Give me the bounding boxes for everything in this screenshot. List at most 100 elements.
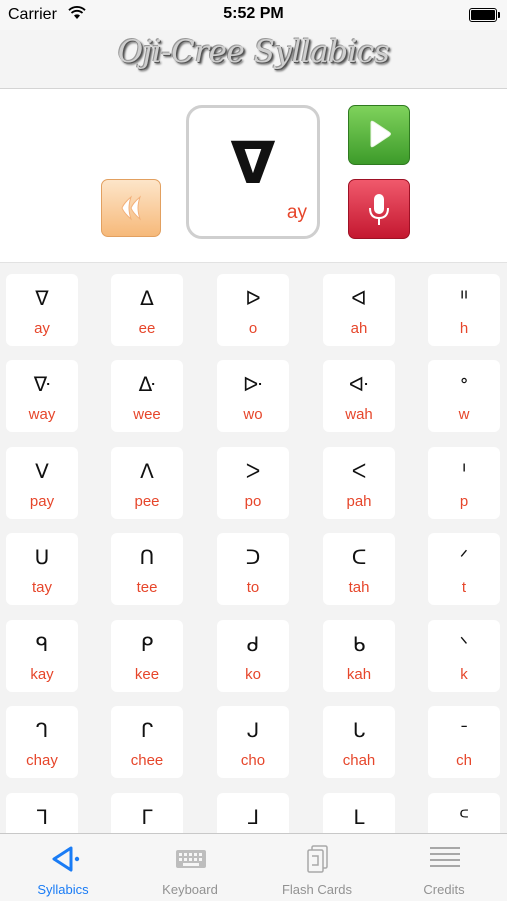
tab-syllabics[interactable]: Syllabics <box>0 834 126 901</box>
keyboard-icon <box>176 850 206 868</box>
syllabic-cell[interactable]: ᑎ tee <box>111 533 183 605</box>
tab-flash-cards-label: Flash Cards <box>281 882 353 897</box>
syllabic-romanization: wah <box>345 406 373 423</box>
syllabic-romanization: tee <box>136 579 158 596</box>
syllabic-romanization: ko <box>245 666 261 683</box>
syllabic-romanization: chee <box>130 752 164 769</box>
syllabic-cell[interactable]: ᑕ tah <box>323 533 395 605</box>
syllabic-romanization: ah <box>350 320 368 337</box>
microphone-icon <box>369 194 389 225</box>
syllabic-cell[interactable]: ᐠk <box>428 620 500 692</box>
syllabic-cell[interactable]: ᑐ to <box>217 533 289 605</box>
syllabic-romanization: cho <box>240 752 266 769</box>
syllabic-cell[interactable]: ᐱ pee <box>111 447 183 519</box>
syllabic-symbol: ᐠ <box>459 632 469 656</box>
battery-icon <box>469 8 500 22</box>
play-button[interactable] <box>348 105 410 165</box>
syllabic-romanization: kee <box>134 666 160 683</box>
tab-bar: Syllabics Keyboard Flash Cards Credits <box>0 833 507 901</box>
syllabic-romanization: k <box>460 666 468 683</box>
tab-syllabics-label: Syllabics <box>37 882 89 897</box>
syllabic-symbol: ᐘ <box>348 372 370 396</box>
title-bar: Oji-Cree Syllabics <box>0 30 507 89</box>
syllabic-cell[interactable]: ᒍ cho <box>217 706 289 778</box>
syllabic-cell[interactable]: ᐸ pah <box>323 447 395 519</box>
status-bar: Carrier 5:52 PM <box>0 0 507 30</box>
syllabic-romanization: ay <box>34 320 50 337</box>
syllabic-cell[interactable]: ᒪ <box>323 793 395 833</box>
syllabic-cell[interactable]: ᐊ ah <box>323 274 395 346</box>
syllabic-cell[interactable]: ᐏ wee <box>111 360 183 432</box>
syllabic-symbol: ᑭ <box>140 632 154 656</box>
syllabic-cell[interactable]: ᒐ chah <box>323 706 395 778</box>
syllabic-symbol: ᐁ <box>35 286 49 310</box>
syllabic-cell[interactable]: ᑯ ko <box>217 620 289 692</box>
syllabic-cell[interactable]: ᐨ ch <box>428 706 500 778</box>
syllabic-cell[interactable]: ᒧ <box>217 793 289 833</box>
syllabic-romanization: h <box>459 320 469 337</box>
syllabic-symbol: ᑌ <box>34 545 50 569</box>
rewind-button[interactable] <box>101 179 161 237</box>
syllabic-symbol: ᒉ <box>35 718 49 742</box>
syllabic-cell[interactable]: ᐃ ee <box>111 274 183 346</box>
syllabic-cell[interactable]: ᒣ <box>6 793 78 833</box>
syllabic-cell[interactable]: ᐟt <box>428 533 500 605</box>
syllabic-romanization: o <box>248 320 258 337</box>
syllabic-cell[interactable]: ᒉ chay <box>6 706 78 778</box>
tab-credits-label: Credits <box>423 882 465 897</box>
tab-keyboard[interactable]: Keyboard <box>127 834 253 901</box>
syllabic-cell[interactable]: ᐅo <box>217 274 289 346</box>
credits-icon <box>430 847 460 867</box>
syllabic-romanization: way <box>28 406 56 423</box>
syllabic-cell[interactable]: ᒋ chee <box>111 706 183 778</box>
syllabic-display-panel: ᐁ ay <box>0 89 507 263</box>
syllabics-grid: ᐁ ay ᐃ ee ᐅ o ᐊ ah ᐦ h ᐍ way ᐏ wee ᐓ wo ᐘ wah ᐤ w ᐯ pay ᐱ pee ᐳ p… <box>0 263 507 833</box>
syllabic-symbol: ᒋ <box>140 718 154 742</box>
page-title: Oji-Cree Syllabics <box>117 34 390 70</box>
syllabic-romanization: pah <box>346 493 372 510</box>
syllabic-cell[interactable]: ᑊp <box>428 447 500 519</box>
syllabic-cell[interactable]: ᐘ wah <box>323 360 395 432</box>
syllabic-symbol: ᒧ <box>246 805 260 829</box>
syllabic-cell[interactable]: ᐍ way <box>6 360 78 432</box>
syllabic-romanization: wee <box>133 406 161 423</box>
syllabic-symbol: ᐯ <box>35 459 49 483</box>
syllabic-symbol: ᐟ <box>459 545 469 569</box>
syllabic-cell[interactable]: ᐦh <box>428 274 500 346</box>
syllabic-romanization: kay <box>30 666 54 683</box>
syllabic-cell[interactable]: ᐤw <box>428 360 500 432</box>
syllabic-cell[interactable]: ᒥ <box>111 793 183 833</box>
syllabic-cell[interactable]: ᐁ ay <box>6 274 78 346</box>
syllabic-cell[interactable]: ᑭ kee <box>111 620 183 692</box>
status-time: 5:52 PM <box>223 5 284 22</box>
syllabic-symbol: ᑲ <box>352 632 366 656</box>
tab-credits[interactable]: Credits <box>381 834 507 901</box>
syllabic-symbol: ᐦ <box>460 286 468 310</box>
syllabic-symbol: ᐸ <box>351 459 367 483</box>
syllabic-symbol: ᑊ <box>462 459 466 483</box>
syllabic-romanization: to <box>246 579 260 596</box>
syllabic-symbol: ᒼ <box>458 805 470 829</box>
syllabic-symbol: ᒣ <box>35 805 49 829</box>
syllabic-cell[interactable]: ᐓ wo <box>217 360 289 432</box>
syllabic-symbol: ᒥ <box>141 805 153 829</box>
syllabic-cell[interactable]: ᑫ kay <box>6 620 78 692</box>
syllabic-cell[interactable]: ᒼ <box>428 793 500 833</box>
tab-keyboard-label: Keyboard <box>162 882 218 897</box>
syllabic-symbol: ᐳ <box>245 459 261 483</box>
syllabic-romanization: wo <box>243 406 263 423</box>
current-syllabic-symbol: ᐁ <box>230 129 276 197</box>
syllabic-cell[interactable]: ᐳ po <box>217 447 289 519</box>
syllabic-romanization: tay <box>31 579 52 596</box>
syllabic-symbol: ᐱ <box>140 459 154 483</box>
syllabic-symbol: ᐃ <box>140 286 154 310</box>
syllabic-romanization: tah <box>348 579 370 596</box>
tab-flash-cards[interactable]: Flash Cards <box>254 834 380 901</box>
record-button[interactable] <box>348 179 410 239</box>
syllabic-cell[interactable]: ᐯ pay <box>6 447 78 519</box>
syllabic-symbol: ᑯ <box>246 632 260 656</box>
syllabic-cell[interactable]: ᑌ tay <box>6 533 78 605</box>
syllabic-symbol: ᐤ <box>460 372 468 396</box>
syllabic-cell[interactable]: ᑲ kah <box>323 620 395 692</box>
syllabic-romanization: p <box>459 493 469 510</box>
